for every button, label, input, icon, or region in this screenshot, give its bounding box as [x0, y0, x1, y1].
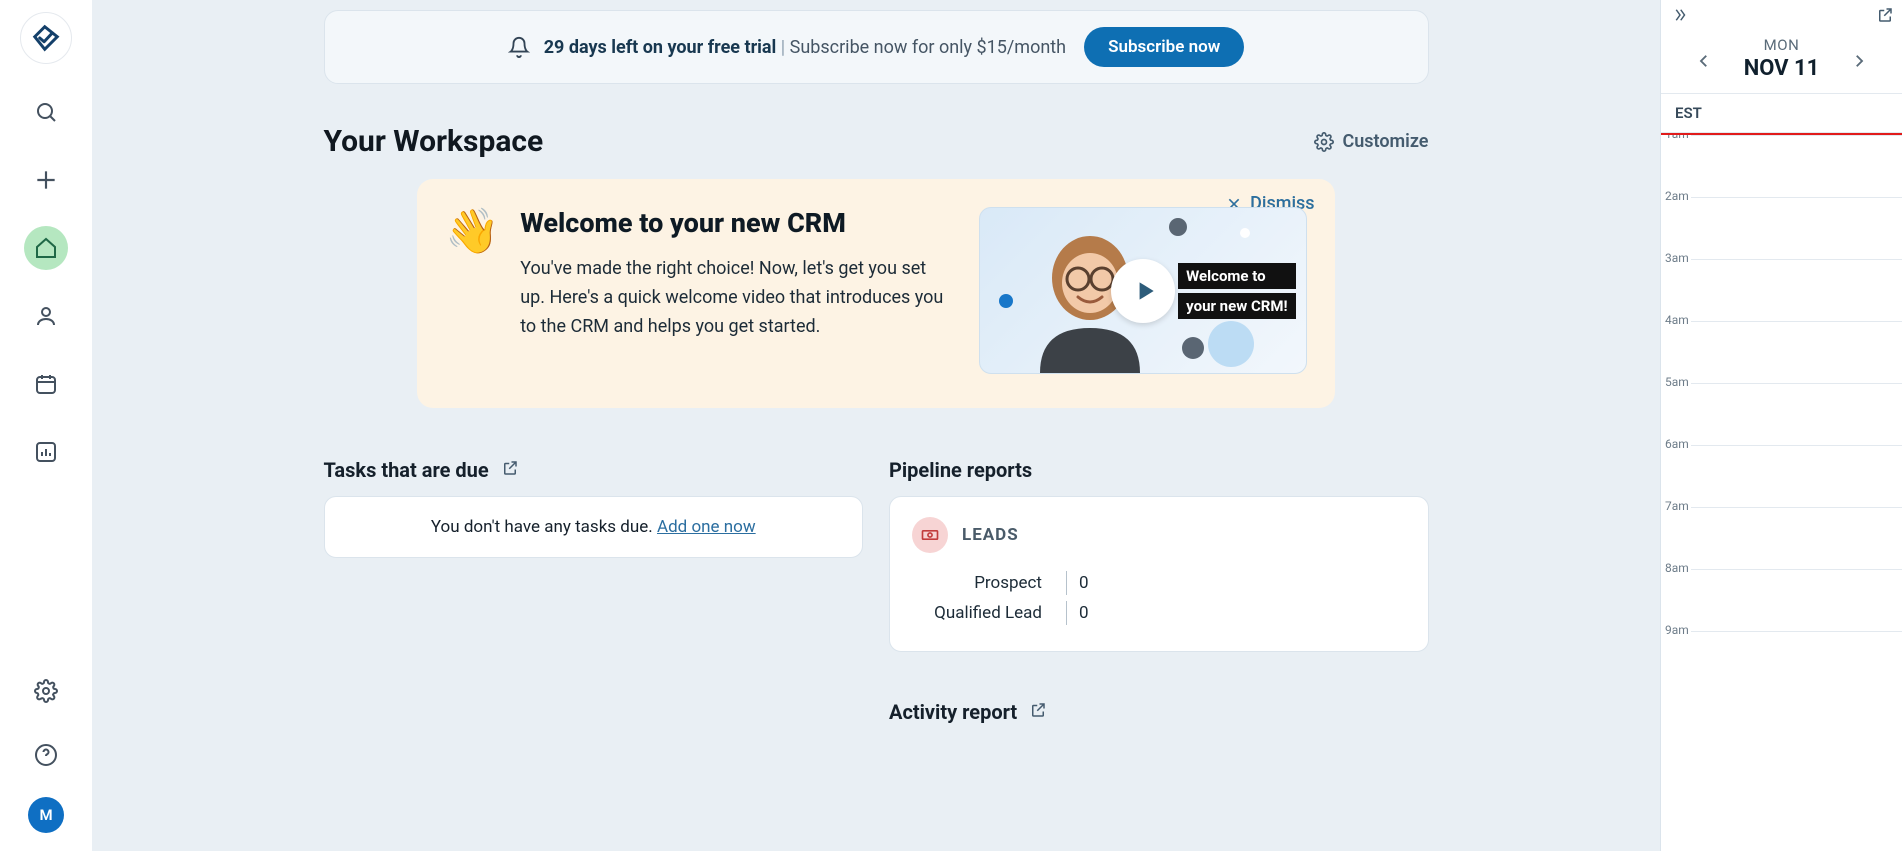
- pipeline-row: Prospect 0: [934, 571, 1406, 595]
- hour-label: 8am: [1665, 561, 1689, 575]
- hour-label: 9am: [1665, 623, 1689, 637]
- calendar-hour-row[interactable]: 5am: [1661, 383, 1902, 445]
- calendar-hour-row[interactable]: 6am: [1661, 445, 1902, 507]
- hour-label: 7am: [1665, 499, 1689, 513]
- pipeline-row-label: Prospect: [934, 573, 1054, 593]
- plus-icon: [33, 167, 59, 193]
- gear-icon: [1314, 132, 1334, 152]
- app-logo[interactable]: [20, 12, 72, 64]
- pipeline-row-value: 0: [1079, 603, 1089, 623]
- collapse-calendar-button[interactable]: [1671, 6, 1689, 28]
- calendar-hour-row[interactable]: 9am: [1661, 631, 1902, 693]
- hour-label: 3am: [1665, 251, 1689, 265]
- calendar-hour-row[interactable]: 7am: [1661, 507, 1902, 569]
- tasks-title: Tasks that are due: [324, 458, 489, 482]
- page-title: Your Workspace: [324, 124, 544, 159]
- chevrons-right-icon: [1671, 6, 1689, 24]
- external-link-icon: [501, 459, 519, 477]
- activity-open-button[interactable]: [1029, 701, 1047, 723]
- video-caption-line1: Welcome to: [1178, 263, 1295, 289]
- hour-label: 2am: [1665, 189, 1689, 203]
- leads-icon: [912, 517, 948, 553]
- help-icon: [34, 743, 58, 767]
- hour-label: 1am: [1665, 135, 1689, 141]
- calendar-hour-row[interactable]: 2am: [1661, 197, 1902, 259]
- bell-icon: [508, 36, 530, 58]
- popout-calendar-button[interactable]: [1876, 6, 1894, 28]
- external-link-icon: [1876, 6, 1894, 24]
- pipeline-row: Qualified Lead 0: [934, 601, 1406, 625]
- main-content: 29 days left on your free trial | Subscr…: [92, 0, 1660, 851]
- calendar-hour-row[interactable]: 1am: [1661, 135, 1902, 197]
- tasks-empty-text: You don't have any tasks due.: [431, 517, 657, 537]
- calendar-button[interactable]: [24, 362, 68, 406]
- calendar-hour-row[interactable]: 4am: [1661, 321, 1902, 383]
- timezone-label[interactable]: EST: [1661, 94, 1902, 133]
- home-button[interactable]: [24, 226, 68, 270]
- next-day-button[interactable]: [1844, 46, 1874, 80]
- user-avatar[interactable]: M: [28, 797, 64, 833]
- play-icon: [1111, 259, 1175, 323]
- external-link-icon: [1029, 701, 1047, 719]
- pipeline-card: LEADS Prospect 0 Qualified Lead 0: [889, 496, 1429, 652]
- calendar-hour-row[interactable]: 8am: [1661, 569, 1902, 631]
- video-caption-line2: your new CRM!: [1178, 293, 1295, 319]
- home-icon: [34, 236, 58, 260]
- leads-label: LEADS: [962, 525, 1019, 545]
- wave-icon: 👋: [445, 209, 500, 374]
- pipeline-row-value: 0: [1079, 573, 1089, 593]
- tasks-open-button[interactable]: [501, 459, 519, 481]
- pipeline-row-label: Qualified Lead: [934, 603, 1054, 623]
- reports-button[interactable]: [24, 430, 68, 474]
- calendar-dow: MON: [1744, 36, 1820, 54]
- bar-chart-icon: [34, 440, 58, 464]
- welcome-video[interactable]: Welcome to your new CRM!: [979, 207, 1307, 374]
- welcome-card: Dismiss 👋 Welcome to your new CRM You've…: [417, 179, 1334, 408]
- money-icon: [920, 525, 940, 545]
- calendar-hour-row[interactable]: 3am: [1661, 259, 1902, 321]
- gear-icon: [34, 679, 58, 703]
- calendar-panel: MON NOV 11 EST 1am2am3am4am5am6am7am8am9…: [1660, 0, 1902, 851]
- trial-subscribe-text: Subscribe now for only $15/month: [790, 37, 1066, 58]
- welcome-heading: Welcome to your new CRM: [520, 207, 945, 239]
- hour-label: 5am: [1665, 375, 1689, 389]
- calendar-date: NOV 11: [1744, 56, 1820, 81]
- logo-icon: [31, 23, 61, 53]
- customize-button[interactable]: Customize: [1314, 131, 1428, 152]
- chevron-left-icon: [1695, 52, 1713, 70]
- trial-days-left: 29 days left on your free trial: [544, 37, 777, 58]
- welcome-body: You've made the right choice! Now, let's…: [520, 255, 945, 341]
- calendar-icon: [34, 372, 58, 396]
- prev-day-button[interactable]: [1689, 46, 1719, 80]
- people-button[interactable]: [24, 294, 68, 338]
- customize-label: Customize: [1342, 131, 1428, 152]
- pipeline-title: Pipeline reports: [889, 458, 1032, 482]
- subscribe-button[interactable]: Subscribe now: [1084, 27, 1244, 67]
- search-icon: [34, 100, 58, 124]
- chevron-right-icon: [1850, 52, 1868, 70]
- add-task-link[interactable]: Add one now: [657, 517, 756, 537]
- tasks-card: You don't have any tasks due. Add one no…: [324, 496, 864, 558]
- help-button[interactable]: [24, 733, 68, 777]
- search-button[interactable]: [24, 90, 68, 134]
- hour-label: 6am: [1665, 437, 1689, 451]
- left-nav-rail: M: [0, 0, 92, 851]
- hour-label: 4am: [1665, 313, 1689, 327]
- activity-title: Activity report: [889, 700, 1017, 724]
- settings-button[interactable]: [24, 669, 68, 713]
- trial-banner: 29 days left on your free trial | Subscr…: [324, 10, 1429, 84]
- add-button[interactable]: [24, 158, 68, 202]
- calendar-hours[interactable]: 1am2am3am4am5am6am7am8am9am: [1661, 135, 1902, 851]
- person-icon: [34, 304, 58, 328]
